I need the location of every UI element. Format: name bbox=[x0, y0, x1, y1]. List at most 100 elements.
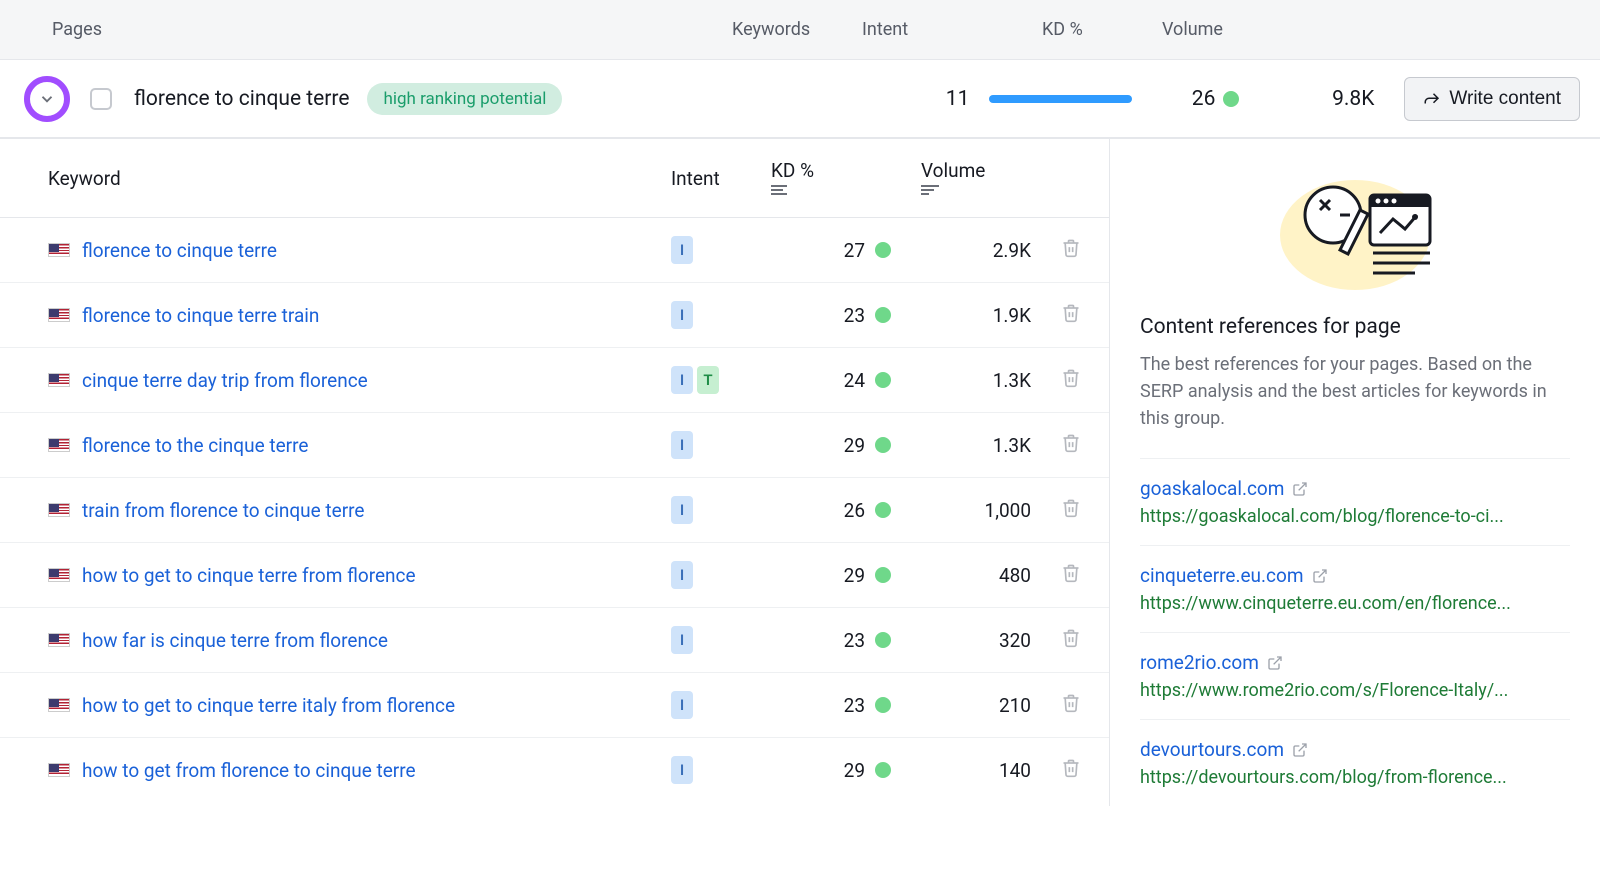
keyword-link[interactable]: how to get to cinque terre italy from fl… bbox=[82, 694, 455, 717]
delete-button[interactable] bbox=[1061, 630, 1081, 653]
expand-toggle[interactable] bbox=[24, 76, 70, 122]
flag-us-icon bbox=[48, 698, 70, 712]
table-row: florence to cinque terreI272.9K bbox=[0, 218, 1109, 283]
kd-dot-icon bbox=[875, 502, 891, 518]
kd-dot-icon bbox=[1223, 91, 1239, 107]
chevron-down-icon bbox=[38, 90, 56, 108]
keyword-link[interactable]: florence to cinque terre bbox=[82, 239, 277, 262]
flag-us-icon bbox=[48, 308, 70, 322]
kd-value: 23 bbox=[844, 304, 865, 327]
page-keyword-count: 11 bbox=[894, 87, 969, 111]
delete-button[interactable] bbox=[1061, 370, 1081, 393]
sort-desc-icon bbox=[921, 185, 1081, 195]
kd-dot-icon bbox=[875, 697, 891, 713]
external-link-icon bbox=[1312, 568, 1328, 584]
trash-icon bbox=[1061, 758, 1081, 778]
kw-col-volume-label: Volume bbox=[921, 159, 985, 182]
table-row: florence to cinque terre trainI231.9K bbox=[0, 283, 1109, 348]
trash-icon bbox=[1061, 433, 1081, 453]
write-content-button[interactable]: Write content bbox=[1404, 77, 1580, 121]
col-kd-header[interactable]: KD % bbox=[1042, 19, 1162, 40]
page-kd: 26 bbox=[1169, 87, 1239, 111]
volume-value: 1.3K bbox=[921, 369, 1031, 392]
reference-domain-link[interactable]: goaskalocal.com bbox=[1140, 477, 1570, 500]
kd-dot-icon bbox=[875, 632, 891, 648]
delete-button[interactable] bbox=[1061, 305, 1081, 328]
volume-value: 1,000 bbox=[921, 499, 1031, 522]
keyword-link[interactable]: cinque terre day trip from florence bbox=[82, 369, 368, 392]
kw-col-kd-label: KD % bbox=[771, 159, 814, 182]
kd-value: 24 bbox=[844, 369, 865, 392]
kd-value: 23 bbox=[844, 694, 865, 717]
intent-bar bbox=[989, 95, 1139, 103]
intent-chip-i: I bbox=[671, 561, 693, 589]
col-intent-header[interactable]: Intent bbox=[862, 19, 1042, 40]
page-kd-value: 26 bbox=[1192, 87, 1216, 111]
reference-url: https://www.rome2rio.com/s/Florence-Ital… bbox=[1140, 680, 1570, 701]
reference-domain-text: devourtours.com bbox=[1140, 738, 1284, 761]
table-row: how to get from florence to cinque terre… bbox=[0, 738, 1109, 802]
reference-domain-link[interactable]: rome2rio.com bbox=[1140, 651, 1570, 674]
references-title: Content references for page bbox=[1140, 315, 1570, 339]
col-keywords-header[interactable]: Keywords bbox=[732, 19, 862, 40]
page-checkbox[interactable] bbox=[90, 88, 112, 110]
kw-col-keyword[interactable]: Keyword bbox=[48, 167, 671, 190]
external-link-icon bbox=[1267, 655, 1283, 671]
kd-value: 27 bbox=[844, 239, 865, 262]
intent-chip-i: I bbox=[671, 691, 693, 719]
trash-icon bbox=[1061, 693, 1081, 713]
keyword-link[interactable]: how to get from florence to cinque terre bbox=[82, 759, 416, 782]
keyword-table: Keyword Intent KD % Volume florence to c… bbox=[0, 139, 1110, 806]
flag-us-icon bbox=[48, 373, 70, 387]
reference-domain-text: goaskalocal.com bbox=[1140, 477, 1284, 500]
reference-domain-link[interactable]: devourtours.com bbox=[1140, 738, 1570, 761]
reference-item: devourtours.com https://devourtours.com/b… bbox=[1140, 719, 1570, 806]
intent-chip-t: T bbox=[697, 366, 719, 394]
keyword-link[interactable]: how far is cinque terre from florence bbox=[82, 629, 388, 652]
reference-item: cinqueterre.eu.com https://www.cinqueterr… bbox=[1140, 545, 1570, 632]
kd-value: 29 bbox=[844, 434, 865, 457]
delete-button[interactable] bbox=[1061, 500, 1081, 523]
kd-dot-icon bbox=[875, 242, 891, 258]
keyword-link[interactable]: train from florence to cinque terre bbox=[82, 499, 364, 522]
reference-domain-text: cinqueterre.eu.com bbox=[1140, 564, 1304, 587]
content-references-panel: Content references for page The best ref… bbox=[1110, 139, 1600, 806]
keyword-link[interactable]: how to get to cinque terre from florence bbox=[82, 564, 416, 587]
ranking-badge: high ranking potential bbox=[367, 83, 562, 115]
delete-button[interactable] bbox=[1061, 435, 1081, 458]
table-row: how far is cinque terre from florenceI23… bbox=[0, 608, 1109, 673]
col-pages-header[interactable]: Pages bbox=[52, 19, 732, 40]
write-content-label: Write content bbox=[1449, 88, 1561, 110]
reference-item: goaskalocal.comhttps://goaskalocal.com/b… bbox=[1140, 458, 1570, 545]
kw-col-volume[interactable]: Volume bbox=[921, 159, 1081, 197]
kw-col-kd[interactable]: KD % bbox=[771, 159, 921, 197]
volume-value: 1.3K bbox=[921, 434, 1031, 457]
intent-chip-i: I bbox=[671, 756, 693, 784]
intent-chip-i: I bbox=[671, 626, 693, 654]
reference-item: rome2rio.com https://www.rome2rio.com/s/F… bbox=[1140, 632, 1570, 719]
reference-url: https://devourtours.com/blog/from-floren… bbox=[1140, 767, 1570, 788]
page-title: florence to cinque terre bbox=[134, 87, 349, 111]
reference-url: https://www.cinqueterre.eu.com/en/floren… bbox=[1140, 593, 1570, 614]
intent-chip-i: I bbox=[671, 301, 693, 329]
kw-col-intent[interactable]: Intent bbox=[671, 167, 771, 190]
kd-dot-icon bbox=[875, 437, 891, 453]
kd-value: 29 bbox=[844, 564, 865, 587]
table-row: how to get to cinque terre italy from fl… bbox=[0, 673, 1109, 738]
trash-icon bbox=[1061, 238, 1081, 258]
table-row: how to get to cinque terre from florence… bbox=[0, 543, 1109, 608]
kd-value: 26 bbox=[844, 499, 865, 522]
trash-icon bbox=[1061, 498, 1081, 518]
delete-button[interactable] bbox=[1061, 565, 1081, 588]
col-volume-header[interactable]: Volume bbox=[1162, 19, 1342, 40]
keyword-link[interactable]: florence to the cinque terre bbox=[82, 434, 308, 457]
volume-value: 140 bbox=[921, 759, 1031, 782]
keyword-link[interactable]: florence to cinque terre train bbox=[82, 304, 319, 327]
delete-button[interactable] bbox=[1061, 760, 1081, 783]
keyword-table-header: Keyword Intent KD % Volume bbox=[0, 139, 1109, 218]
delete-button[interactable] bbox=[1061, 240, 1081, 263]
delete-button[interactable] bbox=[1061, 695, 1081, 718]
kd-dot-icon bbox=[875, 307, 891, 323]
reference-domain-link[interactable]: cinqueterre.eu.com bbox=[1140, 564, 1570, 587]
kd-dot-icon bbox=[875, 567, 891, 583]
